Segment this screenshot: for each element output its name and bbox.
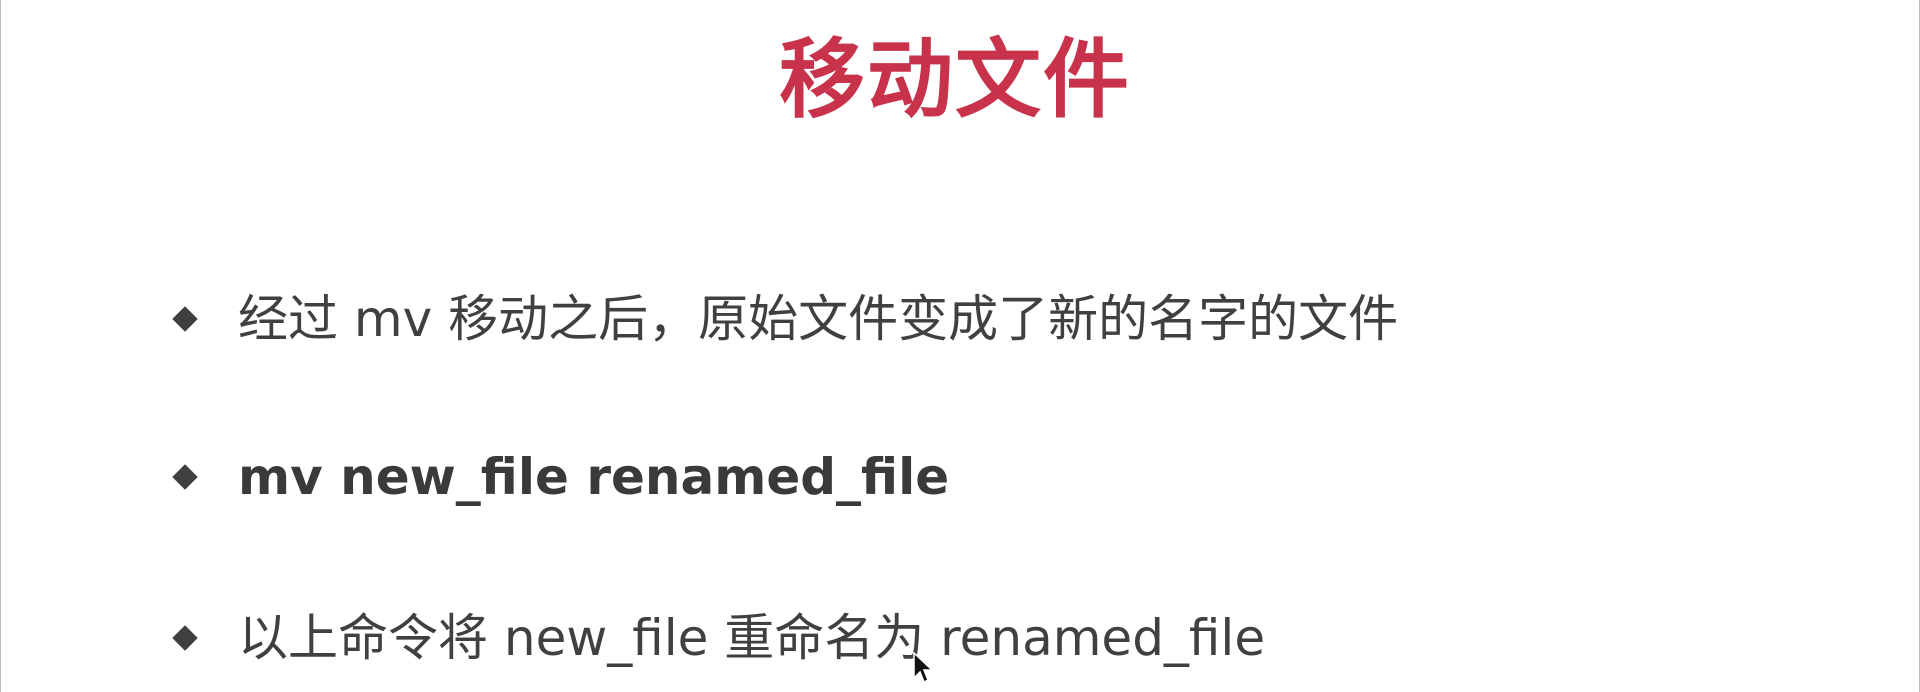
diamond-bullet-icon: [172, 464, 198, 490]
diamond-bullet-icon: [172, 306, 198, 332]
bullet-list: 经过 mv 移动之后，原始文件变成了新的名字的文件 mv new_file re…: [170, 0, 1770, 692]
bullet-text: 经过 mv 移动之后，原始文件变成了新的名字的文件: [238, 290, 1399, 348]
mouse-pointer-icon: [913, 652, 934, 684]
presentation-slide: 移动文件 经过 mv 移动之后，原始文件变成了新的名字的文件 mv new_fi…: [0, 0, 1920, 692]
diamond-bullet-icon: [172, 625, 198, 651]
command-text: mv new_file renamed_file: [238, 448, 950, 506]
bullet-text: 以上命令将 new_file 重命名为 renamed_file: [238, 609, 1266, 667]
bullet-item: 经过 mv 移动之后，原始文件变成了新的名字的文件: [170, 284, 1398, 354]
bullet-item: mv new_file renamed_file: [170, 442, 949, 512]
bullet-item: 以上命令将 new_file 重命名为 renamed_file: [170, 603, 1265, 673]
